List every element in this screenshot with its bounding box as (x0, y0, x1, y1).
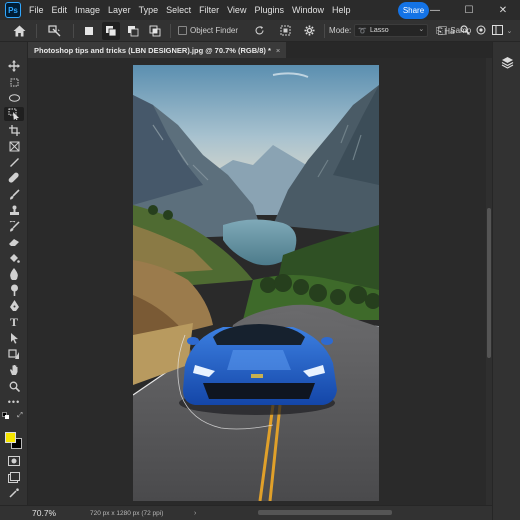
status-bar: 70.7% 720 px x 1280 px (72 ppi) › (0, 505, 492, 520)
lasso-icon: ➰ (358, 27, 367, 35)
window-controls: — ☐ ✕ (418, 0, 520, 20)
layers-icon[interactable] (499, 54, 515, 70)
document-tab-bar: Photoshop tips and tricks (LBN DESIGNER)… (28, 42, 492, 58)
screen-mode-icon[interactable] (4, 470, 24, 484)
workspace-icon[interactable] (492, 24, 504, 38)
mode-select[interactable]: ➰ Lasso ⌄ (354, 24, 429, 37)
object-finder-label: Object Finder (190, 26, 239, 35)
menu-filter[interactable]: Filter (195, 0, 223, 20)
type-icon[interactable]: T (4, 315, 24, 329)
menu-plugins[interactable]: Plugins (250, 0, 288, 20)
swap-colors-icon[interactable]: ⤢ (15, 411, 25, 421)
scrollbar-thumb[interactable] (487, 208, 491, 358)
show-all-objects-icon[interactable] (276, 22, 294, 40)
menu-window[interactable]: Window (288, 0, 328, 20)
separator (73, 23, 74, 38)
menu-image[interactable]: Image (71, 0, 104, 20)
default-colors-icon[interactable] (1, 411, 11, 421)
blur-icon[interactable] (4, 267, 24, 281)
crop-icon[interactable] (4, 123, 24, 137)
separator (324, 23, 326, 38)
quick-mask-icon[interactable] (4, 454, 24, 468)
healing-icon[interactable] (4, 171, 24, 185)
move-icon[interactable] (4, 59, 24, 73)
history-brush-icon[interactable] (4, 219, 24, 233)
document-title: Photoshop tips and tricks (LBN DESIGNER)… (34, 45, 271, 55)
object-select-icon[interactable] (4, 107, 24, 121)
menu-edit[interactable]: Edit (48, 0, 72, 20)
separator (170, 23, 171, 38)
canvas-area[interactable] (28, 58, 492, 505)
menu-select[interactable]: Select (162, 0, 195, 20)
eraser-icon[interactable] (4, 235, 24, 249)
brush-icon[interactable] (4, 187, 24, 201)
pen-icon[interactable] (4, 299, 24, 313)
zoom-level[interactable]: 70.7% (32, 508, 68, 518)
mode-label: Mode: (329, 26, 352, 35)
eyedropper-icon[interactable] (4, 155, 24, 169)
settings-gear-icon[interactable] (300, 22, 318, 40)
hand-on-object-icon[interactable]: ⎘ (436, 26, 443, 37)
new-selection-icon[interactable] (80, 22, 98, 40)
subtract-selection-icon[interactable] (124, 22, 142, 40)
paint-bucket-icon[interactable] (4, 251, 24, 265)
chevron-down-icon: ⌄ (418, 26, 425, 33)
foreground-color-swatch[interactable] (5, 432, 16, 443)
refresh-icon[interactable] (250, 22, 268, 40)
menu-file[interactable]: File (25, 0, 48, 20)
document-image[interactable] (133, 65, 379, 501)
more-tools-icon[interactable]: ••• (4, 395, 24, 409)
zoom-icon[interactable] (4, 379, 24, 393)
document-info: 720 px x 1280 px (72 ppi) (90, 509, 164, 517)
chevron-down-icon[interactable]: ⌄ (506, 27, 512, 35)
tools-panel: T ••• ⤢ (0, 42, 28, 505)
menu-type[interactable]: Type (135, 0, 163, 20)
frame-icon[interactable] (4, 139, 24, 153)
right-panel-dock (492, 42, 520, 520)
add-selection-icon[interactable] (102, 21, 120, 40)
intersect-selection-icon[interactable] (146, 22, 164, 40)
menu-bar: Ps File Edit Image Layer Type Select Fil… (0, 0, 520, 20)
shape-icon[interactable] (4, 347, 24, 361)
path-select-icon[interactable] (4, 331, 24, 345)
hand-label: Ha (444, 26, 455, 36)
share-button[interactable]: Share (398, 2, 429, 19)
separator (36, 23, 37, 38)
artboard-icon[interactable] (4, 75, 24, 89)
learn-icon[interactable] (476, 25, 486, 38)
menu-layer[interactable]: Layer (104, 0, 135, 20)
status-menu-arrow[interactable]: › (194, 510, 196, 517)
dodge-icon[interactable] (4, 283, 24, 297)
close-tab-icon[interactable]: × (276, 46, 280, 55)
home-icon[interactable] (8, 22, 30, 40)
search-icon[interactable] (460, 24, 471, 38)
maximize-button[interactable]: ☐ (452, 0, 486, 20)
photoshop-logo: Ps (5, 2, 21, 18)
menu-view[interactable]: View (223, 0, 250, 20)
horizontal-scrollbar[interactable] (258, 510, 392, 515)
clone-stamp-icon[interactable] (4, 203, 24, 217)
object-finder-checkbox[interactable] (178, 26, 187, 35)
hand-icon[interactable] (4, 363, 24, 377)
tool-preset-icon[interactable] (43, 22, 67, 40)
menu-help[interactable]: Help (328, 0, 355, 20)
document-tab[interactable]: Photoshop tips and tricks (LBN DESIGNER)… (28, 42, 287, 58)
edit-toolbar-icon[interactable] (4, 486, 24, 500)
marquee-icon[interactable] (4, 91, 24, 105)
mode-value: Lasso (369, 27, 389, 34)
close-window-button[interactable]: ✕ (486, 0, 520, 20)
